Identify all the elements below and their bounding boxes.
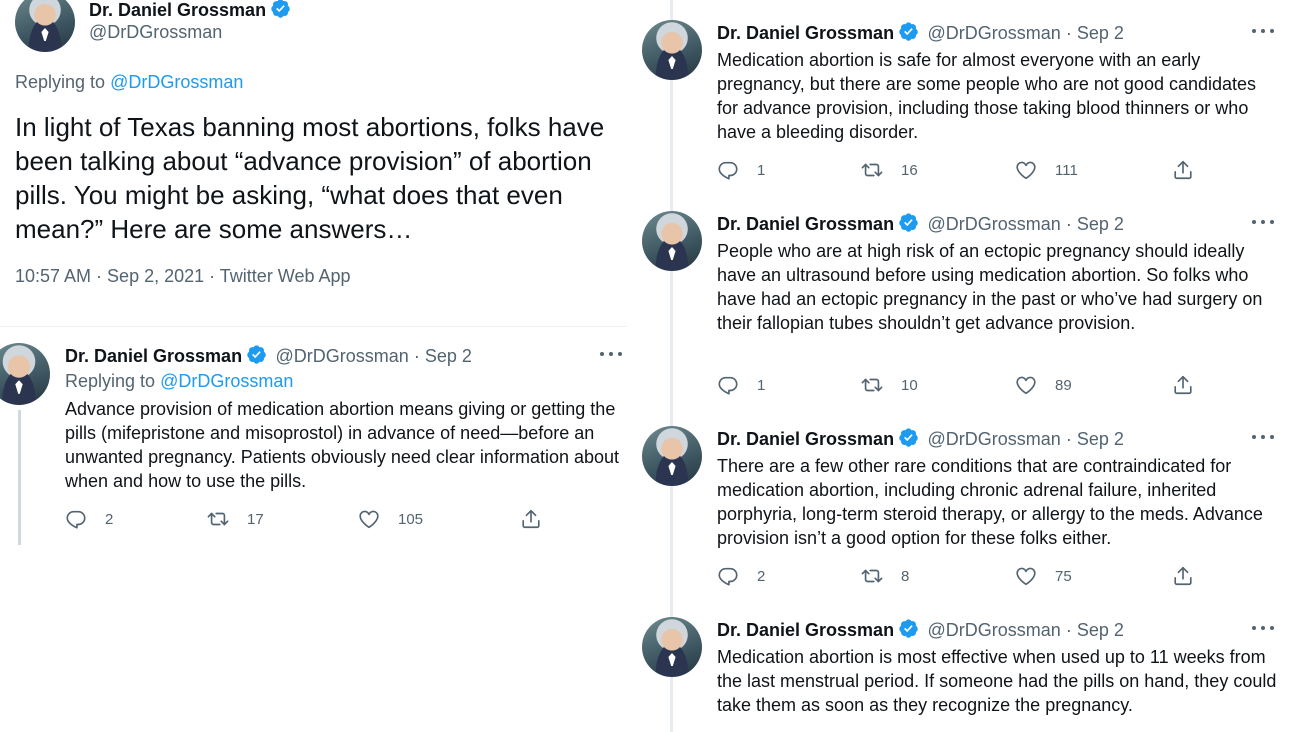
like-count: 75 [1055, 567, 1072, 585]
reply-count: 2 [105, 510, 114, 528]
reply-tweet-text: Advance provision of medication abortion… [65, 399, 620, 491]
like-button[interactable]: 75 [1015, 565, 1072, 587]
thread-actions: 2 8 75 [717, 565, 1197, 589]
like-count: 111 [1055, 161, 1078, 179]
thread-tweet-text: There are a few other rare conditions th… [717, 456, 1263, 548]
like-icon [1015, 159, 1037, 181]
share-icon [1172, 565, 1194, 587]
reply-actions: 2 17 105 [65, 508, 545, 532]
like-icon [1015, 565, 1037, 587]
share-icon [1172, 374, 1194, 396]
retweet-icon [861, 159, 883, 181]
thread-header: Dr. Daniel Grossman @DrDGrossman · Sep 2 [717, 427, 1124, 450]
more-icon[interactable] [600, 352, 622, 358]
reply-handle-date[interactable]: @DrDGrossman · Sep 2 [276, 346, 472, 366]
retweet-icon [207, 508, 229, 530]
replying-to-link[interactable]: @DrDGrossman [160, 371, 293, 391]
like-button[interactable]: 89 [1015, 374, 1072, 396]
thread-tweet-text: Medication abortion is most effective wh… [717, 647, 1277, 715]
thread-author-name[interactable]: Dr. Daniel Grossman [717, 429, 894, 449]
verified-badge-icon [898, 212, 919, 233]
retweet-button[interactable]: 8 [861, 565, 909, 587]
reply-icon [65, 508, 87, 530]
reply-count: 1 [757, 161, 766, 179]
reply-icon [717, 159, 739, 181]
thread-avatar[interactable] [642, 426, 702, 486]
thread-author-name[interactable]: Dr. Daniel Grossman [717, 620, 894, 640]
more-icon[interactable] [1252, 220, 1274, 226]
reply-button[interactable]: 2 [717, 565, 765, 587]
retweet-count: 8 [901, 567, 910, 585]
replying-prefix: Replying to [65, 371, 156, 391]
main-author-avatar[interactable] [15, 0, 75, 52]
retweet-button[interactable]: 10 [861, 374, 918, 396]
thread-line [18, 410, 21, 545]
main-tweet-text: In light of Texas banning most abortions… [15, 112, 605, 244]
reply-icon [717, 374, 739, 396]
verified-badge-icon [898, 21, 919, 42]
share-button[interactable] [1172, 565, 1212, 587]
reply-count: 2 [757, 567, 766, 585]
thread-handle-date[interactable]: @DrDGrossman · Sep 2 [928, 620, 1124, 640]
reply-author-name[interactable]: Dr. Daniel Grossman [65, 346, 242, 366]
main-author-name[interactable]: Dr. Daniel Grossman [89, 0, 266, 20]
reply-replying-to: Replying to @DrDGrossman [65, 371, 293, 392]
verified-badge-icon [898, 618, 919, 639]
reply-icon [717, 565, 739, 587]
thread-avatar[interactable] [642, 617, 702, 677]
reply-count: 1 [757, 376, 766, 394]
reply-button[interactable]: 1 [717, 374, 765, 396]
main-tweet-meta[interactable]: 10:57 AM · Sep 2, 2021 · Twitter Web App [15, 266, 351, 287]
thread-header: Dr. Daniel Grossman @DrDGrossman · Sep 2 [717, 21, 1124, 44]
like-button[interactable]: 105 [358, 508, 423, 530]
replying-to-link[interactable]: @DrDGrossman [110, 72, 243, 92]
thread-tweet-text: People who are at high risk of an ectopi… [717, 241, 1263, 333]
main-author-name-row: Dr. Daniel Grossman [89, 0, 291, 21]
thread-actions: 1 10 89 [717, 374, 1197, 398]
retweet-button[interactable]: 17 [207, 508, 264, 530]
like-icon [1015, 374, 1037, 396]
more-icon[interactable] [1252, 29, 1274, 35]
thread-handle-date[interactable]: @DrDGrossman · Sep 2 [928, 23, 1124, 43]
share-button[interactable] [520, 508, 560, 530]
share-icon [1172, 159, 1194, 181]
reply-author-avatar[interactable] [0, 343, 50, 405]
share-icon [520, 508, 542, 530]
retweet-button[interactable]: 16 [861, 159, 918, 181]
share-button[interactable] [1172, 159, 1212, 181]
thread-avatar[interactable] [642, 211, 702, 271]
thread-header: Dr. Daniel Grossman @DrDGrossman · Sep 2 [717, 618, 1124, 641]
main-replying-to: Replying to @DrDGrossman [15, 72, 243, 93]
retweet-icon [861, 374, 883, 396]
retweet-count: 10 [901, 376, 918, 394]
thread-actions: 1 16 111 [717, 159, 1197, 183]
more-icon[interactable] [1252, 626, 1274, 632]
like-icon [358, 508, 380, 530]
replying-prefix: Replying to [15, 72, 106, 92]
like-button[interactable]: 111 [1015, 159, 1078, 181]
thread-handle-date[interactable]: @DrDGrossman · Sep 2 [928, 429, 1124, 449]
main-author-handle[interactable]: @DrDGrossman [89, 22, 222, 43]
reply-button[interactable]: 1 [717, 159, 765, 181]
retweet-count: 17 [247, 510, 264, 528]
thread-header: Dr. Daniel Grossman @DrDGrossman · Sep 2 [717, 212, 1124, 235]
thread-avatar[interactable] [642, 20, 702, 80]
verified-badge-icon [270, 0, 291, 19]
reply-button[interactable]: 2 [65, 508, 113, 530]
verified-badge-icon [246, 344, 267, 365]
reply-header: Dr. Daniel Grossman @DrDGrossman · Sep 2 [65, 344, 472, 367]
thread-author-name[interactable]: Dr. Daniel Grossman [717, 214, 894, 234]
more-icon[interactable] [1252, 435, 1274, 441]
like-count: 105 [398, 510, 424, 528]
retweet-icon [861, 565, 883, 587]
verified-badge-icon [898, 427, 919, 448]
share-button[interactable] [1172, 374, 1212, 396]
thread-author-name[interactable]: Dr. Daniel Grossman [717, 23, 894, 43]
main-divider [0, 326, 627, 327]
thread-handle-date[interactable]: @DrDGrossman · Sep 2 [928, 214, 1124, 234]
retweet-count: 16 [901, 161, 918, 179]
like-count: 89 [1055, 376, 1072, 394]
thread-tweet-text: Medication abortion is safe for almost e… [717, 50, 1257, 142]
